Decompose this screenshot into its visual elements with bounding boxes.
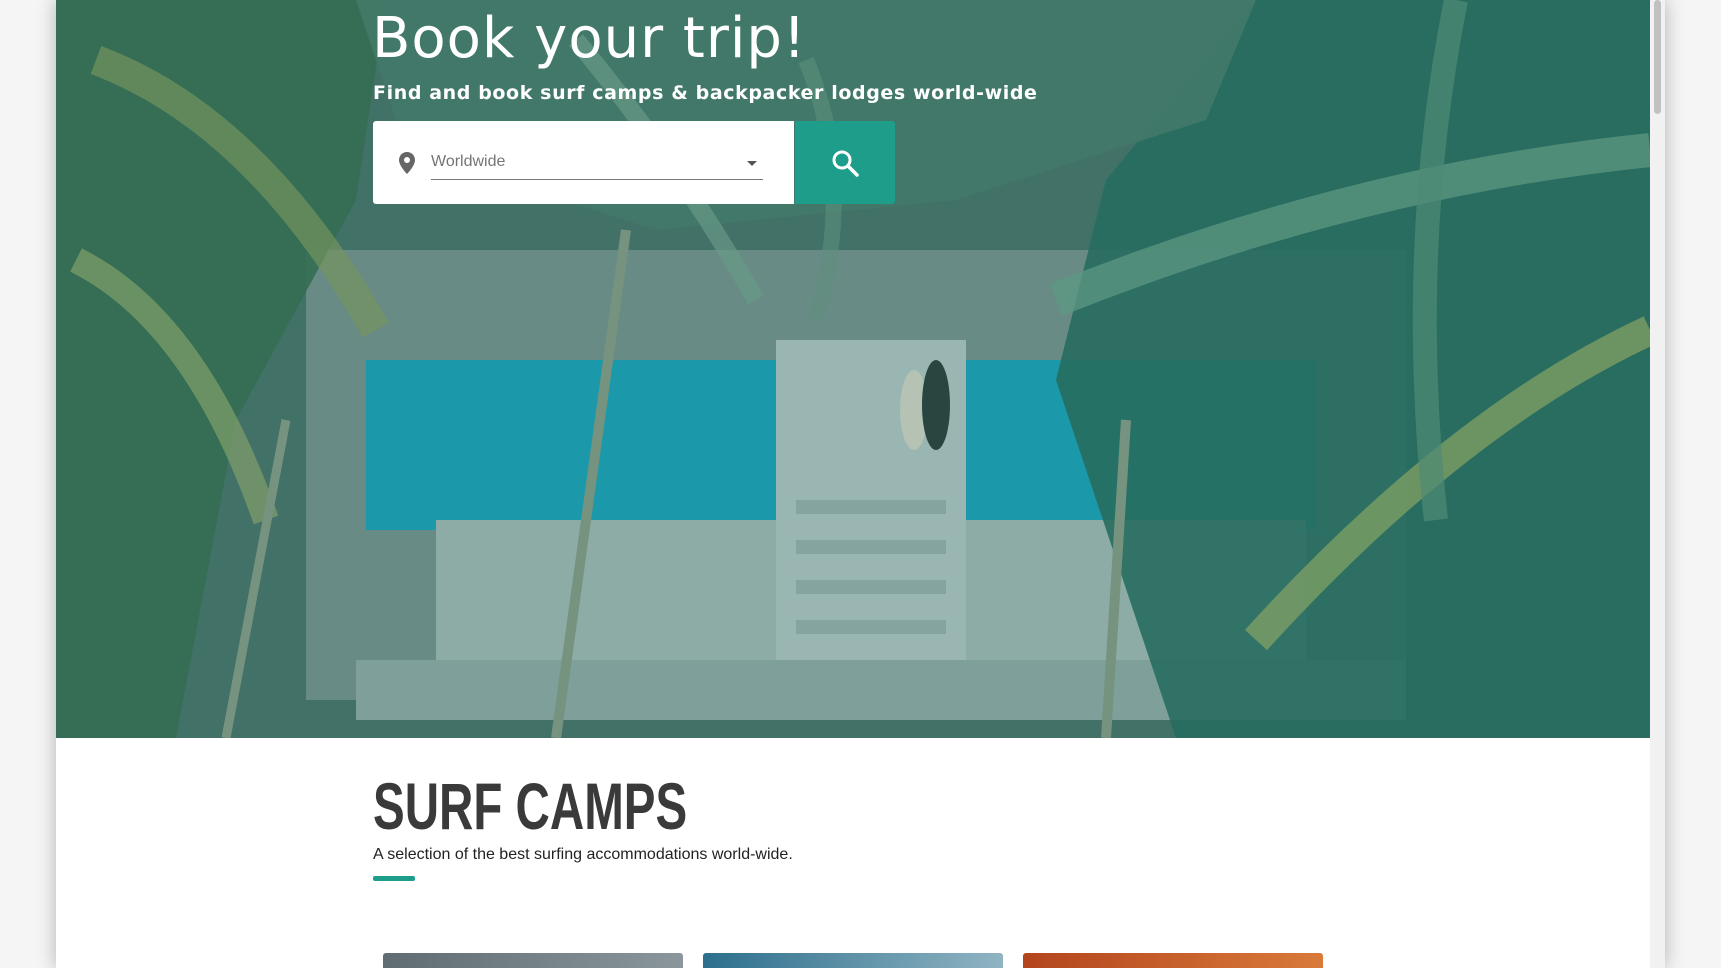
search-icon [832, 150, 859, 177]
location-search-box: Worldwide [373, 121, 794, 204]
hero-tint-overlay [56, 0, 1650, 738]
section-accent-bar [373, 876, 415, 881]
search-button[interactable] [795, 121, 895, 204]
location-select[interactable]: Worldwide [431, 147, 763, 180]
surf-camps-section: SURF CAMPS A selection of the best surfi… [373, 770, 809, 881]
vertical-scrollbar[interactable] [1650, 0, 1665, 968]
hero-subtitle: Find and book surf camps & backpacker lo… [373, 82, 1038, 104]
camp-card[interactable] [1023, 953, 1323, 968]
scrollbar-thumb[interactable] [1654, 0, 1661, 114]
location-pin-icon [399, 152, 415, 174]
caret-down-icon[interactable] [747, 161, 757, 166]
hero-banner: Book your trip! Find and book surf camps… [56, 0, 1650, 738]
hero-title: Book your trip! [372, 6, 807, 71]
section-title: SURF CAMPS [373, 769, 688, 843]
browser-page: Book your trip! Find and book surf camps… [56, 0, 1665, 968]
camp-card[interactable] [703, 953, 1003, 968]
location-select-value: Worldwide [431, 153, 506, 170]
camp-card[interactable] [383, 953, 683, 968]
section-subtitle: A selection of the best surfing accommod… [373, 846, 793, 863]
